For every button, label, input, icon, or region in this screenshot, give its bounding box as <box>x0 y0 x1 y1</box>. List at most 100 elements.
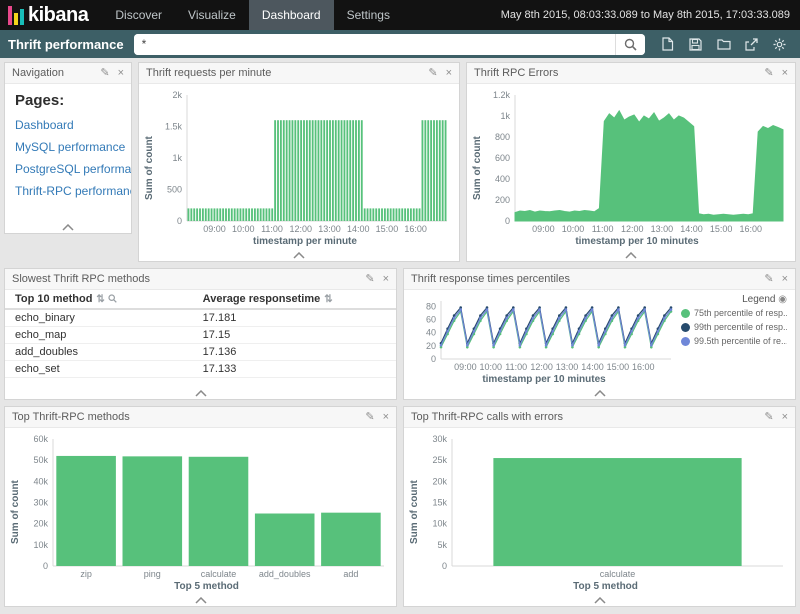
table-row: add_doubles17.136 <box>5 344 396 361</box>
panel-collapse-button[interactable] <box>5 387 396 399</box>
sort-icon[interactable]: ⇅ <box>324 294 332 305</box>
nav-tab-discover[interactable]: Discover <box>102 0 175 30</box>
requests-per-minute-chart[interactable]: 05001k1.5k2k09:0010:0011:0012:0013:0014:… <box>155 87 455 236</box>
x-axis-label: Top 5 method <box>420 581 791 594</box>
save-dashboard-button[interactable] <box>683 33 708 55</box>
panel-title: Thrift RPC Errors <box>474 67 756 79</box>
time-range-picker[interactable]: May 8th 2015, 08:03:33.089 to May 8th 20… <box>501 9 800 21</box>
panel-top-errors: Top Thrift-RPC calls with errors ✎ × Sum… <box>403 406 796 607</box>
chevron-up-icon <box>292 252 306 259</box>
svg-text:200: 200 <box>495 195 510 205</box>
chevron-up-icon <box>194 597 208 604</box>
app-header: kibana Discover Visualize Dashboard Sett… <box>0 0 800 30</box>
svg-text:40k: 40k <box>33 476 48 486</box>
close-panel-icon[interactable]: × <box>383 412 389 423</box>
svg-text:10:00: 10:00 <box>562 224 585 234</box>
svg-text:40: 40 <box>426 328 436 338</box>
panel-collapse-button[interactable] <box>5 594 396 606</box>
panel-collapse-button[interactable] <box>404 387 795 399</box>
rpc-errors-chart[interactable]: 02004006008001k1.2k09:0010:0011:0012:001… <box>483 87 791 236</box>
series-color-dot <box>681 323 690 332</box>
panel-requests-per-minute: Thrift requests per minute ✎ × Sum of co… <box>138 62 460 262</box>
close-panel-icon[interactable]: × <box>118 68 124 79</box>
save-icon <box>689 38 702 51</box>
close-panel-icon[interactable]: × <box>782 68 788 79</box>
svg-text:add: add <box>343 569 358 579</box>
edit-panel-icon[interactable]: ✎ <box>365 274 374 285</box>
sort-icon[interactable]: ⇅ <box>96 294 104 305</box>
legend-label: 99th percentile of resp... <box>694 322 787 332</box>
nav-link-mysql[interactable]: MySQL performance <box>15 140 121 154</box>
share-dashboard-button[interactable] <box>739 33 764 55</box>
column-header-method[interactable]: Top 10 method⇅ <box>5 290 193 309</box>
legend-toggle-icon[interactable]: ◉ <box>778 294 787 305</box>
edit-panel-icon[interactable]: ✎ <box>365 412 374 423</box>
new-dashboard-button[interactable] <box>655 33 680 55</box>
close-panel-icon[interactable]: × <box>782 274 788 285</box>
svg-text:13:00: 13:00 <box>556 362 579 372</box>
svg-text:0: 0 <box>505 216 510 226</box>
search-button[interactable] <box>615 34 645 55</box>
query-input[interactable] <box>134 34 615 55</box>
panel-collapse-button[interactable] <box>467 249 795 261</box>
responsetime-cell: 17.133 <box>193 361 396 378</box>
svg-text:0: 0 <box>431 354 436 364</box>
svg-text:10k: 10k <box>33 540 48 550</box>
nav-link-thrift-rpc[interactable]: Thrift-RPC performance <box>15 184 121 198</box>
nav-link-postgresql[interactable]: PostgreSQL performance <box>15 162 121 176</box>
pages-heading: Pages: <box>15 92 121 109</box>
svg-text:11:00: 11:00 <box>261 224 283 234</box>
table-row: echo_map17.15 <box>5 327 396 344</box>
svg-text:400: 400 <box>495 174 510 184</box>
percentiles-chart[interactable]: 02040608009:0010:0011:0012:0013:0014:001… <box>409 293 679 374</box>
responsetime-cell: 17.136 <box>193 344 396 361</box>
y-axis-label: Sum of count <box>409 431 420 594</box>
panel-title: Thrift requests per minute <box>146 67 420 79</box>
legend-label: 99.5th percentile of re... <box>694 336 787 346</box>
nav-link-dashboard[interactable]: Dashboard <box>15 118 121 132</box>
chevron-up-icon <box>593 390 607 397</box>
logo-text: kibana <box>28 4 88 27</box>
options-button[interactable] <box>767 33 792 55</box>
panel-slowest-methods: Slowest Thrift RPC methods ✎ × Top 10 me… <box>4 268 397 400</box>
svg-text:12:00: 12:00 <box>289 224 312 234</box>
column-search-icon[interactable] <box>108 294 117 303</box>
nav-tab-dashboard[interactable]: Dashboard <box>249 0 334 30</box>
new-document-icon <box>661 37 674 51</box>
column-header-responsetime[interactable]: Average responsetime⇅ <box>193 290 396 309</box>
top-errors-chart[interactable]: 05k10k15k20k25k30kcalculate <box>420 431 791 581</box>
panel-header: Slowest Thrift RPC methods ✎ × <box>5 269 396 290</box>
method-cell: add_doubles <box>5 344 193 361</box>
panel-response-percentiles: Thrift response times percentiles ✎ × 02… <box>403 268 796 400</box>
svg-text:0: 0 <box>43 561 48 571</box>
legend-item-p99[interactable]: 99th percentile of resp... <box>681 322 787 332</box>
svg-text:16:00: 16:00 <box>404 224 427 234</box>
edit-panel-icon[interactable]: ✎ <box>764 274 773 285</box>
method-cell: echo_binary <box>5 309 193 327</box>
row-2: Slowest Thrift RPC methods ✎ × Top 10 me… <box>4 268 796 400</box>
panel-collapse-button[interactable] <box>404 594 795 606</box>
edit-panel-icon[interactable]: ✎ <box>428 68 437 79</box>
nav-tab-visualize[interactable]: Visualize <box>175 0 249 30</box>
dashboard-grid: Navigation ✎ × Pages: Dashboard MySQL pe… <box>0 58 800 614</box>
dashboard-toolbar: Thrift performance <box>0 30 800 58</box>
edit-panel-icon[interactable]: ✎ <box>100 68 109 79</box>
top-methods-chart[interactable]: 010k20k30k40k50k60kzippingcalculateadd_d… <box>21 431 392 581</box>
panel-collapse-button[interactable] <box>5 221 131 233</box>
chart-area: Sum of count 05k10k15k20k25k30kcalculate… <box>404 428 795 594</box>
nav-tab-settings[interactable]: Settings <box>334 0 403 30</box>
load-dashboard-button[interactable] <box>711 33 736 55</box>
close-panel-icon[interactable]: × <box>383 274 389 285</box>
responsetime-cell: 17.15 <box>193 327 396 344</box>
legend-item-p995[interactable]: 99.5th percentile of re... <box>681 336 787 346</box>
close-panel-icon[interactable]: × <box>446 68 452 79</box>
panel-collapse-button[interactable] <box>139 249 459 261</box>
kibana-logo[interactable]: kibana <box>0 4 102 27</box>
edit-panel-icon[interactable]: ✎ <box>764 412 773 423</box>
panel-header: Top Thrift-RPC methods ✎ × <box>5 407 396 428</box>
panel-navigation: Navigation ✎ × Pages: Dashboard MySQL pe… <box>4 62 132 234</box>
legend-item-p75[interactable]: 75th percentile of resp... <box>681 308 787 318</box>
edit-panel-icon[interactable]: ✎ <box>764 68 773 79</box>
close-panel-icon[interactable]: × <box>782 412 788 423</box>
panel-title: Top Thrift-RPC calls with errors <box>411 411 756 423</box>
